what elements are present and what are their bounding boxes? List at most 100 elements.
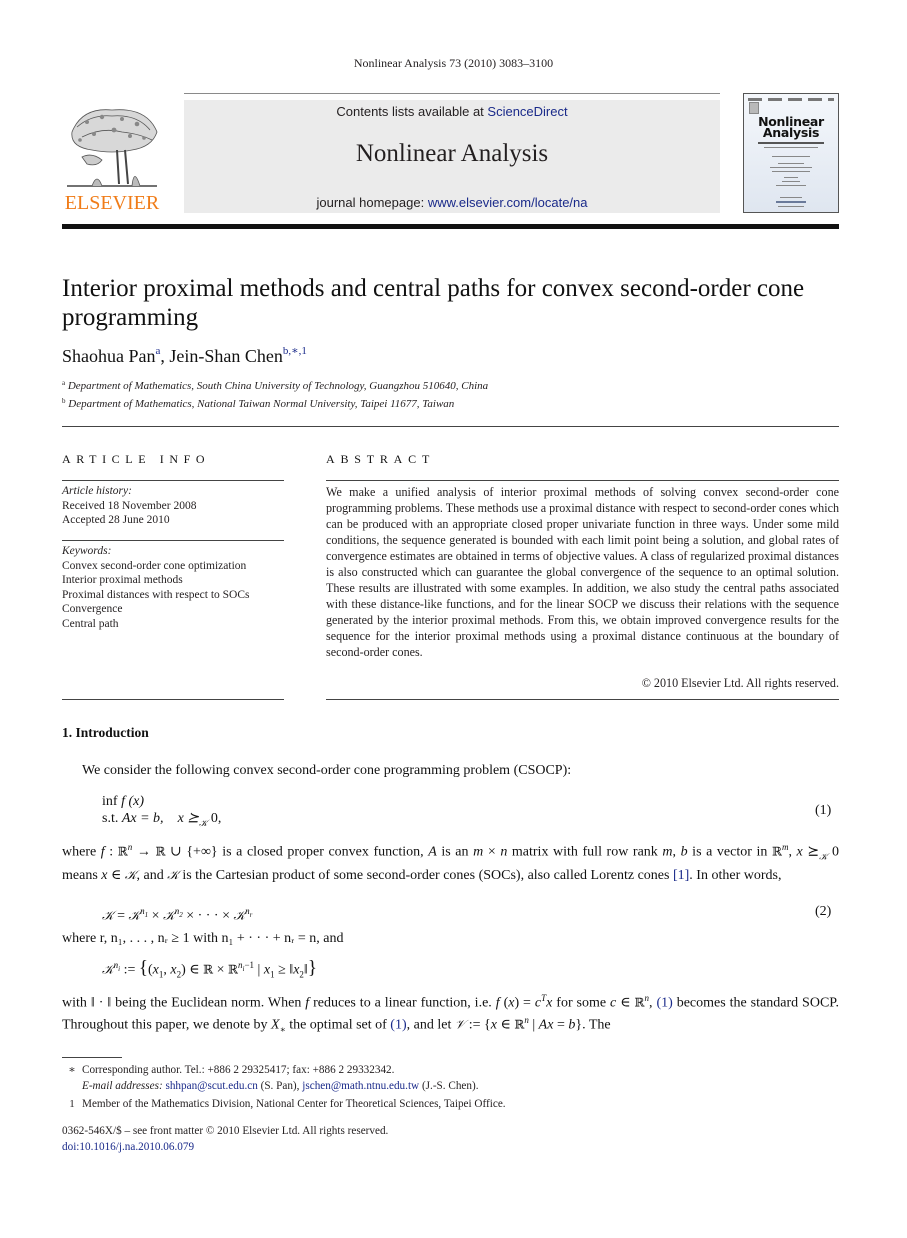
cover-subtitle-line <box>758 142 824 144</box>
homepage-prefix: journal homepage: <box>316 195 428 210</box>
eq-var: (x) <box>124 794 144 809</box>
journal-cover-thumbnail[interactable]: Nonlinear Analysis <box>743 93 839 213</box>
text-run: reduces to a linear function, i.e. <box>309 995 496 1011</box>
journal-name: Nonlinear Analysis <box>355 140 549 167</box>
cover-emblem-icon <box>749 102 759 114</box>
equation-2: 𝒦 = 𝒦n1 × 𝒦n2 × · · · × 𝒦nr <box>102 906 253 924</box>
affiliation: b Department of Mathematics, National Ta… <box>62 397 454 410</box>
eq-var: x ⪰ <box>177 811 200 826</box>
homepage-link[interactable]: www.elsevier.com/locate/na <box>428 195 588 210</box>
text-run: matrix with full row rank <box>507 844 663 860</box>
tree-illustration-icon <box>67 109 158 187</box>
text-run: is the Cartesian product of some second-… <box>178 868 673 884</box>
keywords-label: Keywords: <box>62 545 112 557</box>
equation-number: (1) <box>815 803 832 818</box>
eq-text: 0, <box>207 811 222 826</box>
history-accepted: Accepted 28 June 2010 <box>62 514 170 526</box>
abstract-rule <box>326 699 839 700</box>
intro-paragraph: where f : ℝn → ℝ ∪ {+∞} is a closed prop… <box>62 842 840 884</box>
masthead-bottom-rule <box>62 224 839 229</box>
front-matter-line: 0362-546X/$ – see front matter © 2010 El… <box>62 1125 389 1137</box>
footnote-text: Corresponding author. Tel.: +886 2 29325… <box>82 1064 395 1076</box>
doi-link[interactable]: doi:10.1016/j.na.2010.06.079 <box>62 1141 194 1153</box>
article-info-rule <box>62 540 284 541</box>
footnote-mark: 1 <box>69 1098 75 1110</box>
homepage-line: journal homepage: www.elsevier.com/locat… <box>184 195 720 210</box>
affiliation-mark: b <box>62 397 66 405</box>
title-rule <box>62 426 839 427</box>
footnote-text: Member of the Mathematics Division, Nati… <box>82 1098 506 1110</box>
text-run: . The <box>582 1017 611 1033</box>
running-head: Nonlinear Analysis 73 (2010) 3083–3100 <box>353 56 554 70</box>
history-received: Received 18 November 2008 <box>62 499 197 512</box>
masthead-top-rule <box>184 93 720 94</box>
intro-paragraph: where r, n₁, . . . , nᵣ ≥ 1 with n₁ + · … <box>62 931 344 946</box>
eq-var: Ax = b, <box>121 811 164 826</box>
abstract-rule <box>326 480 839 481</box>
footnote-member: 1 Member of the Mathematics Division, Nat… <box>62 1097 506 1112</box>
article-history: Article history: Received 18 November 20… <box>62 484 292 528</box>
footnote-mark: ∗ <box>68 1064 76 1076</box>
text-run: . In other words, <box>689 868 782 884</box>
email-label: E-mail addresses: <box>82 1080 163 1092</box>
email-owner: (J.-S. Chen). <box>419 1080 479 1092</box>
cover-sciencedirect-mark <box>776 201 806 203</box>
text-run: the optimal set of <box>285 1017 391 1033</box>
equation-1-constraint: s.t. Ax = b, x ⪰𝒦 0, <box>102 810 221 833</box>
contents-line: Contents lists available at ScienceDirec… <box>184 104 720 119</box>
article-info-rule <box>62 480 284 481</box>
text-run: with ‖ · ‖ being the Euclidean norm. Whe… <box>62 995 306 1011</box>
history-label: Article history: <box>62 485 132 497</box>
contents-prefix: Contents lists available at <box>336 104 488 119</box>
text-run: , and <box>136 868 168 884</box>
intro-paragraph: with ‖ · ‖ being the Euclidean norm. Whe… <box>62 993 840 1035</box>
author-affiliation-link[interactable]: b,∗,1 <box>283 345 307 357</box>
footnote-rule <box>62 1057 122 1058</box>
text-run: , and let <box>406 1017 455 1033</box>
affiliation-text: Department of Mathematics, South China U… <box>67 380 489 392</box>
cover-title: Nonlinear Analysis <box>744 115 838 139</box>
cover-editor-line <box>782 181 800 182</box>
keyword-item: Convex second-order cone optimization <box>62 559 247 572</box>
keyword-item: Central path <box>62 617 119 630</box>
equation-3: 𝒦ni := {(x1, x2) ∈ ℝ × ℝni−1 | x1 ≥ ‖x2‖… <box>102 957 317 980</box>
publisher-wordmark: ELSEVIER <box>64 192 160 214</box>
cover-footer-line <box>780 197 802 198</box>
keywords: Keywords: Convex second-order cone optim… <box>62 544 292 631</box>
cover-subtitle-line <box>764 147 818 148</box>
keyword-item: Convergence <box>62 603 123 615</box>
email-link[interactable]: shhpan@scut.edu.cn <box>165 1080 257 1092</box>
sciencedirect-link[interactable]: ScienceDirect <box>487 104 567 119</box>
text-run: is a closed proper convex function, <box>217 844 429 860</box>
footnote-emails: E-mail addresses: shhpan@scut.edu.cn (S.… <box>62 1079 479 1094</box>
affiliation-text: Department of Mathematics, National Taiw… <box>68 398 455 410</box>
cover-editor-line <box>784 177 798 178</box>
email-link[interactable]: jschen@math.ntnu.edu.tw <box>302 1080 419 1092</box>
section-heading: 1. Introduction <box>62 725 149 740</box>
author-list: Shaohua Pana, Jein-Shan Chenb,∗,1 <box>62 344 307 367</box>
article-info-heading: ARTICLE INFO <box>62 452 211 466</box>
text-run: for some <box>552 995 611 1011</box>
eq-text: inf <box>102 794 122 809</box>
cover-editor-line <box>778 163 804 164</box>
eq-text: s.t. <box>102 811 122 826</box>
cover-editor-line <box>772 171 810 172</box>
intro-paragraph: We consider the following convex second-… <box>82 763 572 778</box>
author-name: Shaohua Pan <box>62 346 156 366</box>
cover-editor-line <box>770 167 812 168</box>
equation-link[interactable]: (1) <box>390 1017 406 1032</box>
cover-footer-line <box>778 206 804 207</box>
author-name: Jein-Shan Chen <box>169 346 283 366</box>
abstract-text: We make a unified analysis of interior p… <box>326 485 839 659</box>
affiliation-mark: a <box>62 379 66 387</box>
abstract-heading: ABSTRACT <box>326 452 436 466</box>
cover-issue-bar <box>748 98 834 101</box>
keyword-item: Interior proximal methods <box>62 574 183 586</box>
cover-editor-line <box>776 185 806 186</box>
reference-link[interactable]: [1] <box>673 868 689 883</box>
equation-1-objective: inf f (x) <box>102 793 144 810</box>
text-run: is an <box>436 844 474 860</box>
equation-link[interactable]: (1) <box>656 996 672 1011</box>
text-run: is a vector in <box>687 844 772 860</box>
article-title: Interior proximal methods and central pa… <box>62 275 805 331</box>
